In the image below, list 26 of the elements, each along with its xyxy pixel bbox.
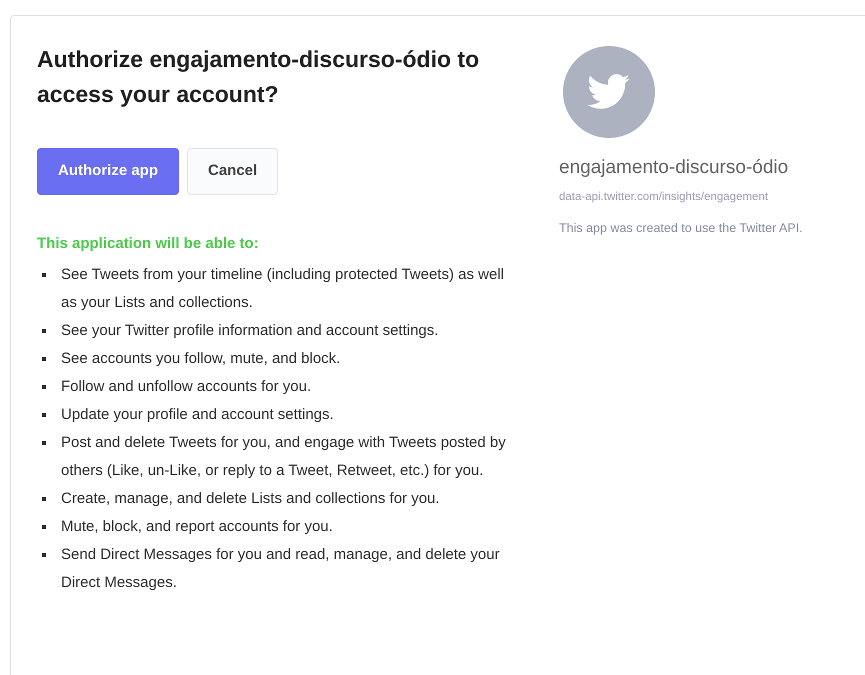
bird-icon <box>587 74 631 110</box>
app-name: engajamento-discurso-ódio <box>559 156 790 180</box>
bullet-icon <box>42 385 46 389</box>
bullet-icon <box>42 441 46 445</box>
permission-text: Follow and unfollow accounts for you. <box>61 377 312 397</box>
bullet-icon <box>42 413 46 417</box>
permission-text: See Tweets from your timeline (including protected Tweets) as well as your Lists and collections. <box>61 265 505 313</box>
bullet-icon <box>42 553 46 557</box>
bullet-icon <box>42 273 46 277</box>
permission-text: See accounts you follow, mute, and block. <box>61 349 340 369</box>
app-description: This app was created to use the Twitter API. <box>559 220 804 237</box>
permissions-heading: This application will be able to: <box>37 234 260 254</box>
permission-text: Update your profile and account settings. <box>61 405 334 425</box>
permission-text: Send Direct Messages for you and read, manage, and delete your Direct Messages. <box>61 545 501 593</box>
bullet-icon <box>42 357 46 361</box>
cancel-button[interactable]: Cancel <box>187 148 278 194</box>
bullet-icon <box>42 329 46 333</box>
bullet-icon <box>42 525 46 529</box>
permission-text: See your Twitter profile information and account settings. <box>61 321 438 341</box>
permission-text: Create, manage, and delete Lists and collections for you. <box>61 489 440 509</box>
permission-text: Post and delete Tweets for you, and engage with Tweets posted by others (Like, un-Like, or reply to a Tweet, Retweet, etc.) for you. <box>61 433 507 481</box>
permission-text: Mute, block, and report accounts for you. <box>61 517 333 537</box>
authorize-button[interactable]: Authorize app <box>37 148 179 194</box>
bullet-icon <box>42 497 46 501</box>
page-title: Authorize engajamento-discurso-ódio to access your account? <box>37 45 480 109</box>
app-url: data-api.twitter.com/insights/engagement <box>559 190 770 204</box>
